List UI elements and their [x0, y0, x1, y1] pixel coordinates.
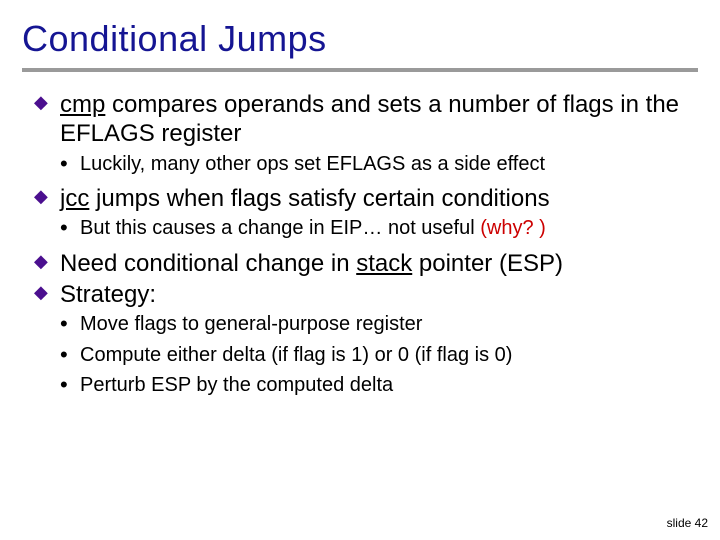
slide-title: Conditional Jumps [22, 18, 698, 60]
sub-bullet: But this causes a change in EIP… not use… [36, 216, 698, 240]
sub-bullet: Compute either delta (if flag is 1) or 0… [36, 343, 698, 367]
bullet-cmp: cmp compares operands and sets a number … [36, 90, 698, 149]
slide-body: cmp compares operands and sets a number … [22, 90, 698, 397]
bullet-group-4: Strategy: Move flags to general-purpose … [36, 280, 698, 397]
text: pointer (ESP) [412, 250, 563, 277]
bullet-group-1: cmp compares operands and sets a number … [36, 90, 698, 176]
text: But this causes a change in EIP… not use… [80, 217, 480, 239]
text: Need conditional change in [60, 250, 356, 277]
bullet-strategy: Strategy: [36, 280, 698, 309]
sub-bullet: Perturb ESP by the computed delta [36, 373, 698, 397]
slide-number: slide 42 [667, 516, 708, 530]
sub-bullet: Move flags to general-purpose register [36, 312, 698, 336]
keyword-jcc: jcc [60, 185, 89, 212]
keyword-cmp: cmp [60, 91, 105, 118]
keyword-stack: stack [356, 250, 412, 277]
bullet-jcc: jcc jumps when flags satisfy certain con… [36, 184, 698, 213]
why-question: (why? ) [480, 217, 546, 239]
slide: Conditional Jumps cmp compares operands … [0, 0, 720, 540]
text: compares operands and sets a number of f… [60, 91, 679, 147]
text: jumps when flags satisfy certain conditi… [89, 185, 549, 212]
bullet-group-2: jcc jumps when flags satisfy certain con… [36, 184, 698, 241]
bullet-stack: Need conditional change in stack pointer… [36, 249, 698, 278]
title-rule [22, 68, 698, 72]
sub-bullet: Luckily, many other ops set EFLAGS as a … [36, 152, 698, 176]
